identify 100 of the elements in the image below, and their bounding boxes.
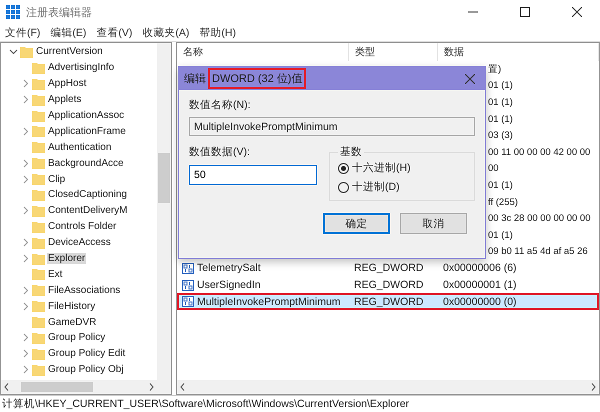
value-row[interactable]: TelemetrySalt REG_DWORD 0x00000006 (6): [177, 260, 599, 277]
tree-item[interactable]: FileAssociations: [47, 284, 122, 296]
status-bar: 计算机\HKEY_CURRENT_USER\Software\Microsoft\Windows\CurrentVersion\Explorer: [0, 395, 600, 412]
folder-icon: [32, 332, 45, 344]
menu-item[interactable]: 查看(V): [95, 26, 134, 40]
scrollbar-thumb[interactable]: [21, 382, 93, 392]
dialog-title: DWORD (32 位)值: [208, 68, 306, 89]
value-data: 01 (1): [488, 80, 513, 92]
close-icon: [572, 7, 582, 17]
folder-icon: [32, 300, 45, 312]
folder-icon: [32, 316, 45, 328]
chevron-right-icon[interactable]: [22, 238, 28, 248]
radio-button[interactable]: [338, 162, 349, 174]
folder-icon: [32, 62, 45, 74]
tree-item[interactable]: ApplicationAssoc: [47, 110, 126, 121]
value-name: TelemetrySalt: [197, 262, 261, 274]
binary-value-icon: [182, 262, 194, 274]
chevron-right-icon[interactable]: [22, 286, 28, 295]
chevron-right-icon[interactable]: [22, 95, 28, 104]
chevron-right-icon[interactable]: [22, 333, 28, 342]
folder-icon: [32, 141, 45, 154]
app-icon: [6, 5, 20, 19]
folder-icon: [20, 46, 33, 58]
close-icon: [465, 74, 475, 84]
tree-item[interactable]: CurrentVersion: [35, 46, 104, 58]
chevron-right-icon[interactable]: [22, 365, 28, 374]
menu-item[interactable]: 帮助(H): [198, 26, 237, 40]
value-data: 0x00000006 (6): [443, 262, 517, 274]
scrollbar-thumb[interactable]: [158, 153, 170, 203]
chevron-right-icon[interactable]: [22, 174, 28, 184]
ok-button[interactable]: 确定: [323, 213, 390, 234]
group-label: 基数: [339, 145, 363, 159]
chevron-right-icon[interactable]: [22, 206, 28, 216]
value-data: 置): [488, 62, 502, 76]
column-header[interactable]: 数据: [438, 43, 599, 61]
tree-item[interactable]: BackgroundAcce: [47, 158, 125, 169]
binary-value-icon: [182, 280, 194, 291]
cancel-button[interactable]: 取消: [400, 213, 467, 234]
chevron-right-icon[interactable]: [22, 349, 28, 358]
column-header[interactable]: 类型: [349, 43, 438, 61]
value-type: REG_DWORD: [354, 279, 424, 292]
value-data: 09 b0 11 a5 4d af a5 26: [488, 246, 588, 258]
scroll-left-icon[interactable]: [180, 383, 185, 391]
tree-item[interactable]: Authentication: [47, 142, 112, 153]
value-data: 0x00000000 (0): [443, 296, 517, 308]
tree-item[interactable]: Controls Folder: [47, 221, 118, 232]
value-type: REG_DWORD: [354, 296, 424, 308]
tree-item[interactable]: DeviceAccess: [47, 237, 112, 248]
tree-item[interactable]: Applets: [47, 94, 82, 106]
scroll-right-icon[interactable]: [591, 383, 596, 391]
value-data: 00 3c 28 00 00 00 00 00: [488, 213, 590, 224]
horizontal-scrollbar[interactable]: [177, 380, 599, 394]
value-data: 03 (3): [488, 130, 513, 142]
tree-item[interactable]: ContentDeliveryM: [47, 205, 128, 216]
horizontal-scrollbar[interactable]: [1, 380, 157, 394]
field-label: 数值数据(V):: [189, 145, 251, 159]
tree-item[interactable]: Clip: [47, 174, 66, 185]
tree-item[interactable]: Group Policy Obj: [47, 364, 125, 376]
menu-item[interactable]: 文件(F): [4, 26, 42, 40]
radio-label: 十六进制(H): [352, 161, 411, 175]
tree-item[interactable]: Group Policy Edit: [47, 348, 126, 360]
field-label: 数值名称(N):: [189, 98, 252, 112]
menu-item[interactable]: 收藏夹(A): [141, 26, 190, 40]
folder-icon: [32, 125, 45, 138]
folder-icon: [32, 348, 45, 360]
chevron-right-icon[interactable]: [22, 302, 28, 311]
tree-item[interactable]: AppHost: [47, 78, 88, 90]
folder-icon: [32, 94, 45, 106]
menu-item[interactable]: 编辑(E): [49, 26, 88, 40]
chevron-right-icon[interactable]: [22, 126, 28, 136]
tree-item[interactable]: GameDVR: [47, 316, 98, 328]
value-row[interactable]: MultipleInvokePromptMinimum REG_DWORD 0x00000000 (0): [177, 293, 599, 310]
tree-item[interactable]: ClosedCaptioning: [47, 189, 128, 200]
chevron-right-icon[interactable]: [22, 158, 28, 168]
folder-icon: [32, 110, 45, 122]
value-data-field[interactable]: 50: [189, 165, 317, 185]
folder-icon: [32, 157, 45, 170]
tree-item[interactable]: Explorer: [47, 253, 86, 264]
chevron-right-icon[interactable]: [22, 254, 28, 264]
folder-icon: [32, 284, 45, 296]
dialog-title: 编辑: [184, 72, 206, 86]
value-data: 01 (1): [488, 180, 513, 191]
tree-item[interactable]: AdvertisingInfo: [47, 62, 116, 74]
vertical-scrollbar[interactable]: [157, 43, 171, 380]
chevron-down-icon[interactable]: [9, 48, 18, 55]
radio-button[interactable]: [338, 182, 349, 192]
tree-item[interactable]: FileHistory: [47, 300, 96, 312]
scroll-left-icon[interactable]: [4, 383, 9, 391]
chevron-right-icon[interactable]: [22, 79, 28, 88]
scroll-right-icon[interactable]: [149, 383, 154, 391]
tree-item[interactable]: Group Policy: [47, 332, 106, 344]
radio-label: 十进制(D): [352, 180, 400, 194]
tree-item[interactable]: ApplicationFrame: [47, 126, 127, 137]
folder-icon: [32, 252, 45, 265]
value-name: UserSignedIn: [197, 279, 261, 292]
column-header[interactable]: 名称: [177, 43, 349, 61]
value-type: REG_DWORD: [354, 262, 424, 274]
tree-item[interactable]: Ext: [47, 268, 64, 280]
value-row[interactable]: UserSignedIn REG_DWORD 0x00000001 (1): [177, 276, 599, 294]
value-name-field[interactable]: MultipleInvokePromptMinimum: [189, 117, 475, 136]
